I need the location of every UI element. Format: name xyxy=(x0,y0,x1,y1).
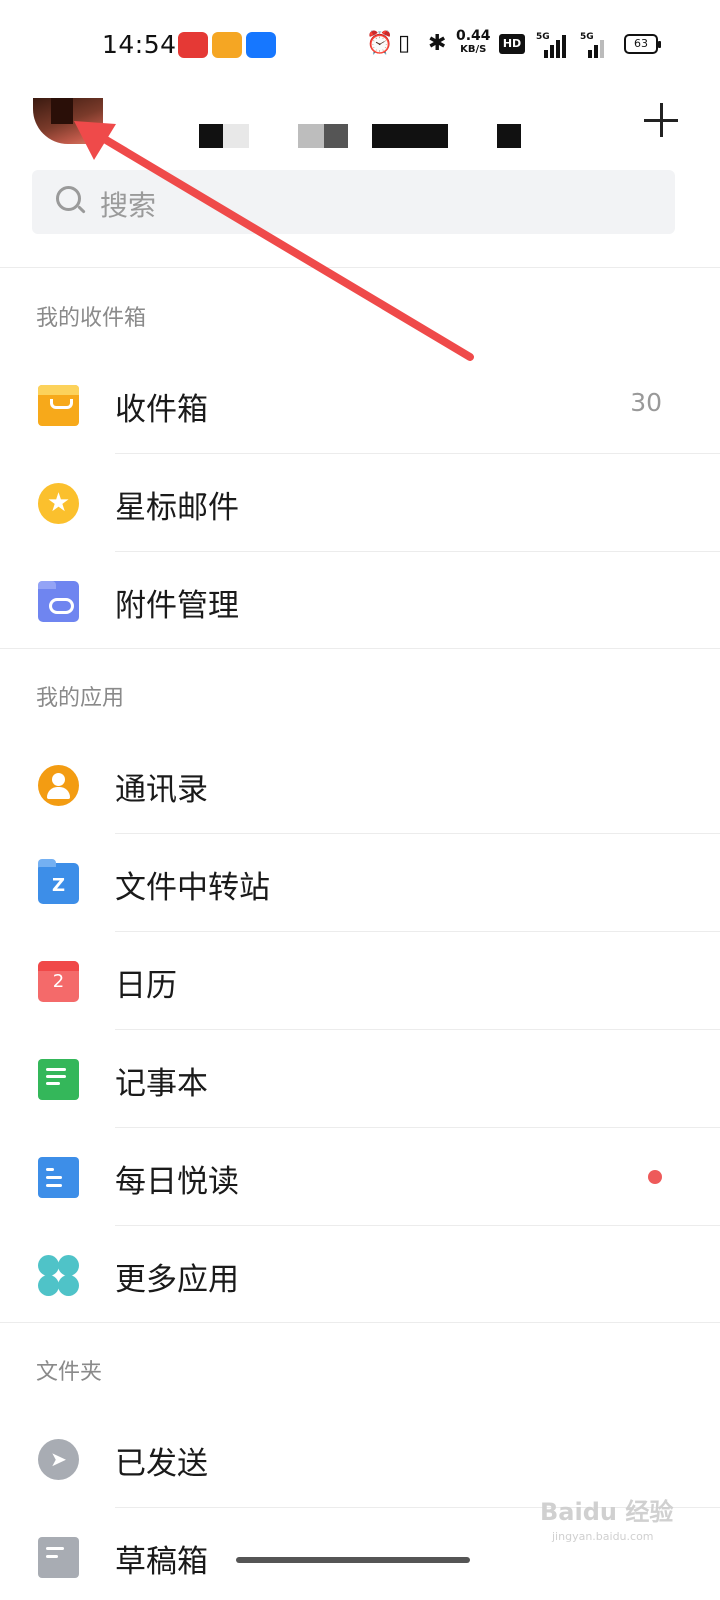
contacts-label: 通讯录 xyxy=(115,772,208,808)
more-apps-icon xyxy=(38,1255,79,1296)
contacts-person-icon xyxy=(38,765,79,806)
daily-read-label: 每日悦读 xyxy=(115,1164,239,1200)
list-item-inbox[interactable]: 收件箱 30 xyxy=(0,356,720,454)
search-input[interactable]: 搜索 xyxy=(32,170,675,234)
watermark: Baidu 经验 xyxy=(540,1498,674,1526)
search-icon xyxy=(56,186,86,216)
news-app-icon xyxy=(178,32,208,58)
star-icon: ★ xyxy=(38,483,79,524)
daily-read-icon xyxy=(38,1157,80,1198)
bluetooth-icon: ✱ xyxy=(428,31,447,56)
weibo-app-icon xyxy=(212,32,242,58)
list-item-contacts[interactable]: 通讯录 xyxy=(0,736,720,834)
attachment-folder-icon xyxy=(38,581,79,622)
alipay-app-icon xyxy=(246,32,276,58)
drafts-icon xyxy=(38,1537,79,1578)
alarm-icon: ⏰ xyxy=(366,31,394,56)
signal-2-icon: 5G xyxy=(580,32,608,58)
header-divider xyxy=(0,267,720,268)
inbox-tray-icon xyxy=(38,385,79,426)
section-title-mailbox: 我的收件箱 xyxy=(36,306,147,331)
status-time: 14:54 xyxy=(102,30,177,59)
list-item-starred[interactable]: ★ 星标邮件 xyxy=(0,454,720,552)
vibrate-icon: ▯ xyxy=(398,31,411,56)
list-item-calendar[interactable]: 2 日历 xyxy=(0,932,720,1030)
section-title-folders: 文件夹 xyxy=(36,1360,103,1385)
watermark-url: jingyan.baidu.com xyxy=(552,1530,654,1543)
inbox-count: 30 xyxy=(630,388,662,417)
paper-plane-icon: ➤ xyxy=(38,1439,79,1480)
attachments-label: 附件管理 xyxy=(115,588,239,624)
sent-label: 已发送 xyxy=(115,1446,208,1482)
starred-label: 星标邮件 xyxy=(115,490,239,526)
signal-2-label: 5G xyxy=(580,32,594,42)
section-divider xyxy=(0,1322,720,1323)
network-speed: 0.44 KB/S xyxy=(456,28,491,56)
search-placeholder: 搜索 xyxy=(100,189,157,222)
list-item-daily-read[interactable]: 每日悦读 xyxy=(0,1128,720,1226)
add-button[interactable] xyxy=(640,98,684,142)
redacted-account-name xyxy=(199,124,223,148)
section-title-apps: 我的应用 xyxy=(36,686,125,711)
more-apps-label: 更多应用 xyxy=(115,1262,239,1298)
drafts-label: 草稿箱 xyxy=(115,1544,208,1580)
inbox-label: 收件箱 xyxy=(115,392,208,428)
file-transfer-folder-icon: Z xyxy=(38,859,79,904)
file-transfer-label: 文件中转站 xyxy=(115,870,270,906)
unread-dot xyxy=(648,1170,662,1184)
signal-1-label: 5G xyxy=(536,32,550,42)
hd-icon: HD xyxy=(499,34,525,54)
list-item-notes[interactable]: 记事本 xyxy=(0,1030,720,1128)
status-bar: 14:54 ⏰ ▯ ✱ 0.44 KB/S HD 5G 5G 63 xyxy=(0,0,720,90)
calendar-label: 日历 xyxy=(115,968,177,1004)
network-speed-value: 0.44 xyxy=(456,28,491,44)
list-item-file-transfer[interactable]: Z 文件中转站 xyxy=(0,834,720,932)
section-divider xyxy=(0,648,720,649)
signal-1-icon: 5G xyxy=(536,32,566,58)
avatar[interactable] xyxy=(33,98,103,144)
home-indicator[interactable] xyxy=(236,1557,470,1563)
list-item-attachments[interactable]: 附件管理 xyxy=(0,552,720,650)
notes-icon xyxy=(38,1059,79,1100)
network-speed-unit: KB/S xyxy=(460,44,487,55)
battery-icon: 63 xyxy=(624,34,661,54)
notes-label: 记事本 xyxy=(115,1066,208,1102)
list-item-more-apps[interactable]: 更多应用 xyxy=(0,1226,720,1324)
calendar-icon: 2 xyxy=(38,961,79,1002)
